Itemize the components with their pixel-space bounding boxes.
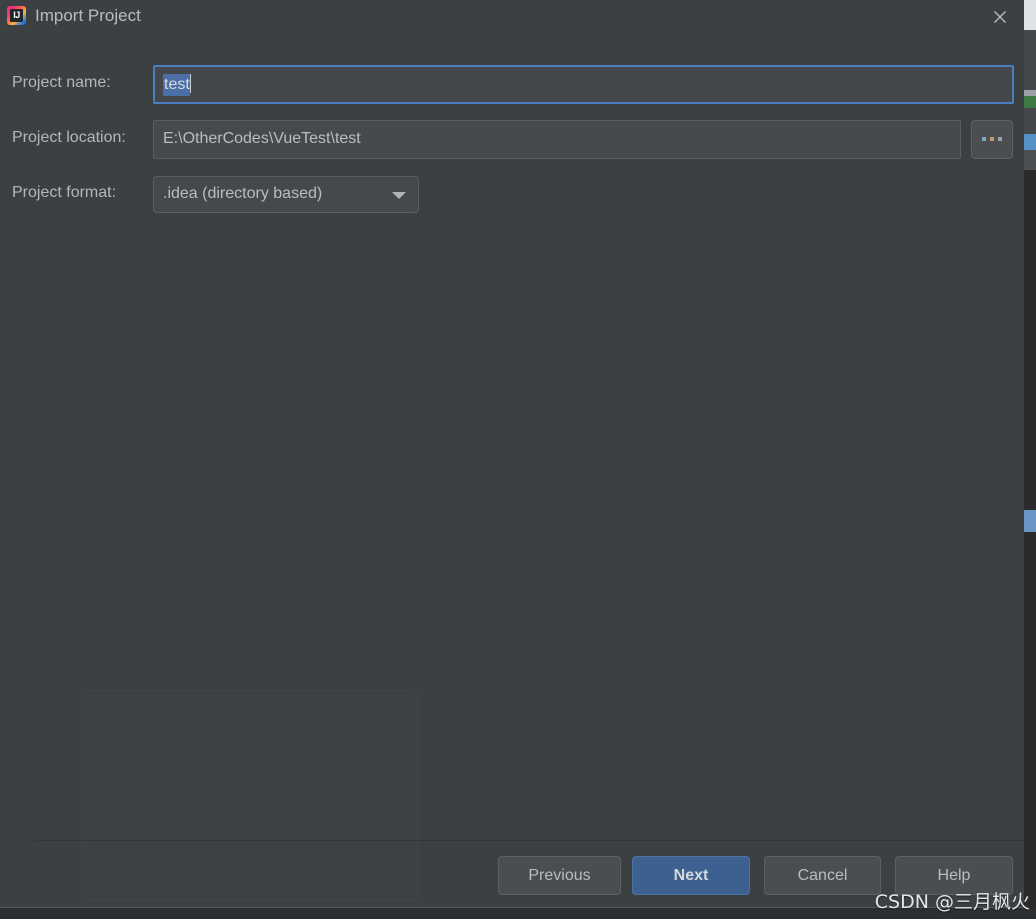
- project-name-value-wrap: test: [163, 74, 191, 96]
- project-format-value: .idea (directory based): [163, 185, 323, 202]
- browse-folder-button[interactable]: [971, 120, 1013, 159]
- ellipsis-icon: [972, 137, 1012, 141]
- project-location-value: E:\OtherCodes\VueTest\test: [163, 130, 361, 147]
- button-bar-separator: [35, 840, 1024, 841]
- project-name-label: Project name:: [12, 74, 111, 91]
- background-app-sliver: [1024, 0, 1036, 919]
- chevron-down-icon: [392, 192, 406, 199]
- watermark: CSDN @三月枫火: [874, 891, 1030, 913]
- project-name-value: test: [163, 74, 190, 96]
- cancel-button[interactable]: Cancel: [764, 856, 881, 895]
- ghost-panel: [82, 690, 419, 901]
- project-format-dropdown[interactable]: .idea (directory based): [153, 176, 419, 213]
- intellij-idea-icon: IJ: [7, 6, 26, 25]
- screen: IJ Import Project Project name: test Pro…: [0, 0, 1036, 919]
- project-name-input[interactable]: test: [153, 65, 1014, 104]
- text-caret: [189, 74, 191, 93]
- project-location-input[interactable]: E:\OtherCodes\VueTest\test: [153, 120, 961, 159]
- project-location-label: Project location:: [12, 129, 126, 146]
- previous-button[interactable]: Previous: [498, 856, 621, 895]
- dialog-title: Import Project: [35, 6, 141, 25]
- next-button[interactable]: Next: [632, 856, 750, 895]
- import-project-dialog: IJ Import Project Project name: test Pro…: [0, 0, 1024, 909]
- close-icon[interactable]: [985, 2, 1015, 30]
- dialog-titlebar: IJ Import Project: [0, 0, 1024, 32]
- project-format-label: Project format:: [12, 184, 117, 201]
